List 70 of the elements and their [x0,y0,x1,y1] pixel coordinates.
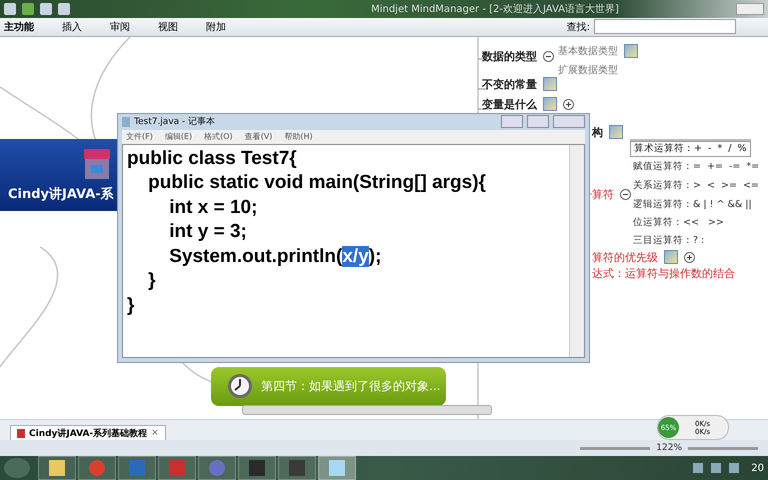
search-field[interactable] [594,19,736,34]
scrollbar[interactable] [242,404,492,415]
subtopic-label[interactable]: 基本数据类型 [558,44,618,58]
minimize-button[interactable] [501,115,523,128]
menu-item[interactable]: 编辑(E) [164,131,192,142]
scrollbar[interactable] [569,144,584,357]
document-tab[interactable]: Cindy讲JAVA-系列基础教程 × [10,425,166,440]
toggle-icon[interactable] [684,252,695,263]
ribbon-tab[interactable]: 插入 [60,20,84,34]
menu-item[interactable]: 查看(V) [244,131,272,142]
tray-icon[interactable] [693,463,704,473]
document-tab-label: Cindy讲JAVA-系列基础教程 [29,427,148,440]
operator-topic[interactable]: 位运算符：<< >> [630,216,727,230]
start-button[interactable] [4,458,30,478]
topic-label[interactable]: 构 [592,124,603,140]
topic-label[interactable]: 算符的优先级 [592,250,658,265]
toggle-icon[interactable] [620,188,631,200]
operator-topic[interactable]: 逻辑运算符：& | ! ^ && || [630,198,755,212]
menu-item[interactable]: 文件(F) [126,131,153,142]
code-line: } [127,294,134,318]
central-topic[interactable]: Cindy讲JAVA-系 [0,138,120,211]
code-line: int y = 3; [168,220,247,244]
topic-label[interactable]: 不变的常量 [482,76,537,92]
document-icon [17,428,25,438]
app-icon[interactable] [198,456,236,480]
maximize-button[interactable] [527,115,549,128]
ribbon-tab[interactable]: 审阅 [108,20,132,34]
note-icon[interactable] [664,250,678,264]
operator-topic[interactable]: 关系运算符：> < >= <= [630,178,762,193]
code-line: int x = 10; [168,196,258,220]
note-icon[interactable] [624,44,638,58]
code-line: } [147,269,156,294]
central-topic-text: Cindy讲JAVA-系 [7,186,115,203]
note-icon[interactable] [543,97,557,112]
topic-label[interactable]: 算符 [592,186,614,202]
app-icon[interactable] [118,456,156,480]
minimize-button[interactable] [736,2,764,15]
close-button[interactable]: × [151,428,159,438]
menu-item[interactable]: 帮助(H) [284,131,313,142]
app-icon[interactable] [158,456,196,480]
note-icon[interactable] [609,125,623,140]
ribbon-tab[interactable]: 主功能 [2,20,36,34]
app-icon[interactable] [278,456,316,480]
topic-label[interactable]: 数据的类型 [482,48,537,64]
menu-item[interactable]: 格式(O) [204,131,233,142]
tray-icon[interactable] [711,463,722,473]
floating-topic-text: 第四节：如果遇到了很多的对象... [261,378,440,395]
topic-label[interactable]: 达式：运算符与操作数的结合 [592,266,735,281]
search-label: 查找: [566,20,590,34]
clock: 20 [751,462,764,474]
window-title: Test7.java - 记事本 [134,116,216,128]
ribbon-tab[interactable]: 视图 [156,20,180,34]
tray-icon[interactable] [729,463,740,473]
code-line: public class Test7{ [127,146,297,171]
operator-topic[interactable]: 算术运算符：+ - * / % [630,140,751,157]
operator-topic[interactable]: 三目运算符：? : [630,234,708,248]
close-button[interactable] [553,115,585,128]
subtopic-label[interactable]: 扩展数据类型 [558,62,618,77]
ribbon-tab[interactable]: 附加 [204,20,228,34]
topic-label[interactable]: 变量是什么 [482,96,537,112]
toggle-icon[interactable] [543,50,554,62]
store-icon [82,146,112,181]
toggle-icon[interactable] [563,98,574,110]
clock-icon [227,373,253,400]
code-line: public static void main(String[] args){ [147,171,486,196]
operator-topic[interactable]: 赋值运算符：= += -= *= [630,160,762,174]
note-icon[interactable] [543,77,557,92]
zoom-level: 122% [656,443,682,454]
window-title: Mindjet MindManager - [2-欢迎进入JAVA语言大世界] [370,2,620,16]
app-icon[interactable] [238,456,276,480]
